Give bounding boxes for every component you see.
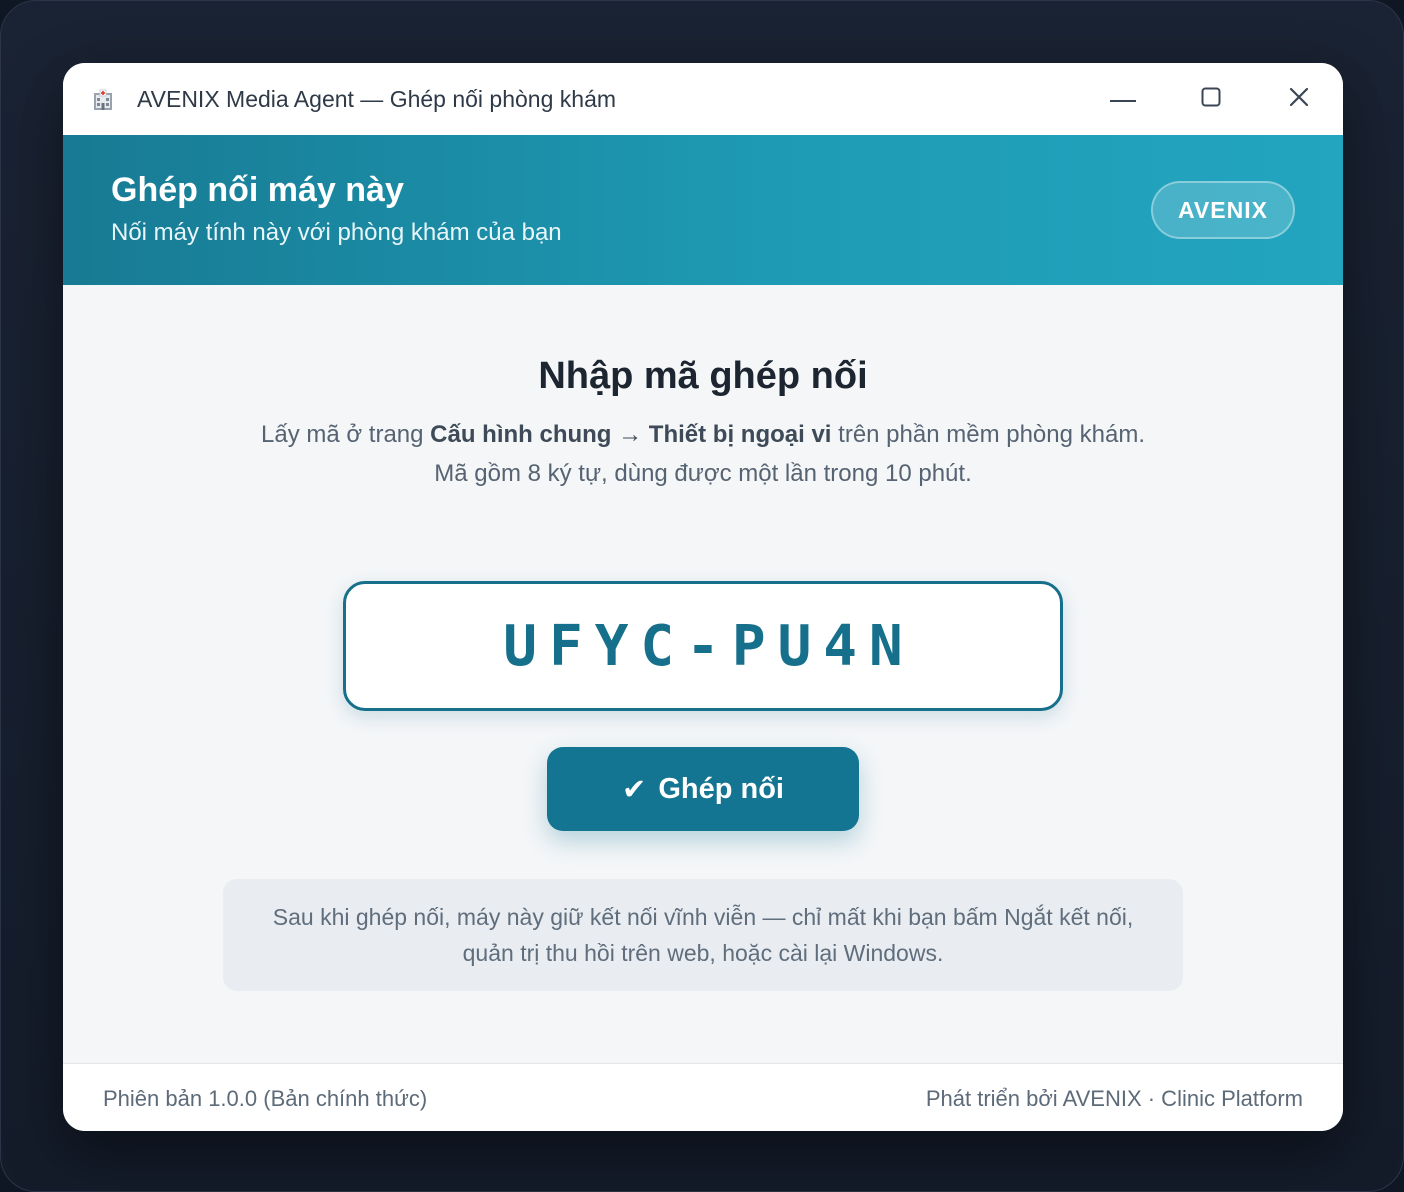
credit-label: Phát triển bởi AVENIX · Clinic Platform <box>925 1086 1303 1111</box>
maximize-icon <box>1201 87 1221 112</box>
info-note: Sau khi ghép nối, máy này giữ kết nối vĩ… <box>223 879 1183 991</box>
title-bar: AVENIX Media Agent — Ghép nối phòng khám <box>63 63 1343 135</box>
clinic-building-icon <box>91 88 115 112</box>
instruction-path: Cấu hình chung → Thiết bị ngoại vi <box>430 421 832 448</box>
close-icon <box>1289 87 1309 112</box>
pair-button[interactable]: ✔ Ghép nối <box>547 747 859 831</box>
page-title: Nhập mã ghép nối <box>538 355 868 397</box>
header-banner: Ghép nối máy này Nối máy tính này với ph… <box>63 135 1343 285</box>
app-window: AVENIX Media Agent — Ghép nối phòng khám… <box>63 63 1343 1131</box>
instruction-line-2: Mã gồm 8 ký tự, dùng được một lần trong … <box>434 460 972 487</box>
header-subtitle: Nối máy tính này với phòng khám của bạn <box>111 219 562 246</box>
checkmark-icon: ✔ <box>622 773 647 806</box>
pair-button-label: Ghép nối <box>658 772 784 805</box>
close-button[interactable] <box>1276 77 1322 121</box>
brand-badge: AVENIX <box>1151 181 1295 239</box>
header-title: Ghép nối máy này <box>111 171 404 209</box>
window-title: AVENIX Media Agent — Ghép nối phòng khám <box>137 86 617 112</box>
minimize-icon <box>1110 90 1136 108</box>
pairing-code-input[interactable] <box>346 584 1060 708</box>
instructions: Lấy mã ở trang Cấu hình chung → Thiết bị… <box>233 415 1173 493</box>
version-label: Phiên bản 1.0.0 (Bản chính thức) <box>103 1086 428 1111</box>
footer: Phiên bản 1.0.0 (Bản chính thức) Phát tr… <box>63 1063 1343 1131</box>
instruction-suffix: trên phần mềm phòng khám. <box>831 421 1145 448</box>
pairing-code-field[interactable] <box>343 581 1063 711</box>
minimize-button[interactable] <box>1100 77 1146 121</box>
instruction-prefix: Lấy mã ở trang <box>261 421 431 448</box>
maximize-button[interactable] <box>1188 77 1234 121</box>
desktop-background: AVENIX Media Agent — Ghép nối phòng khám… <box>0 0 1404 1192</box>
